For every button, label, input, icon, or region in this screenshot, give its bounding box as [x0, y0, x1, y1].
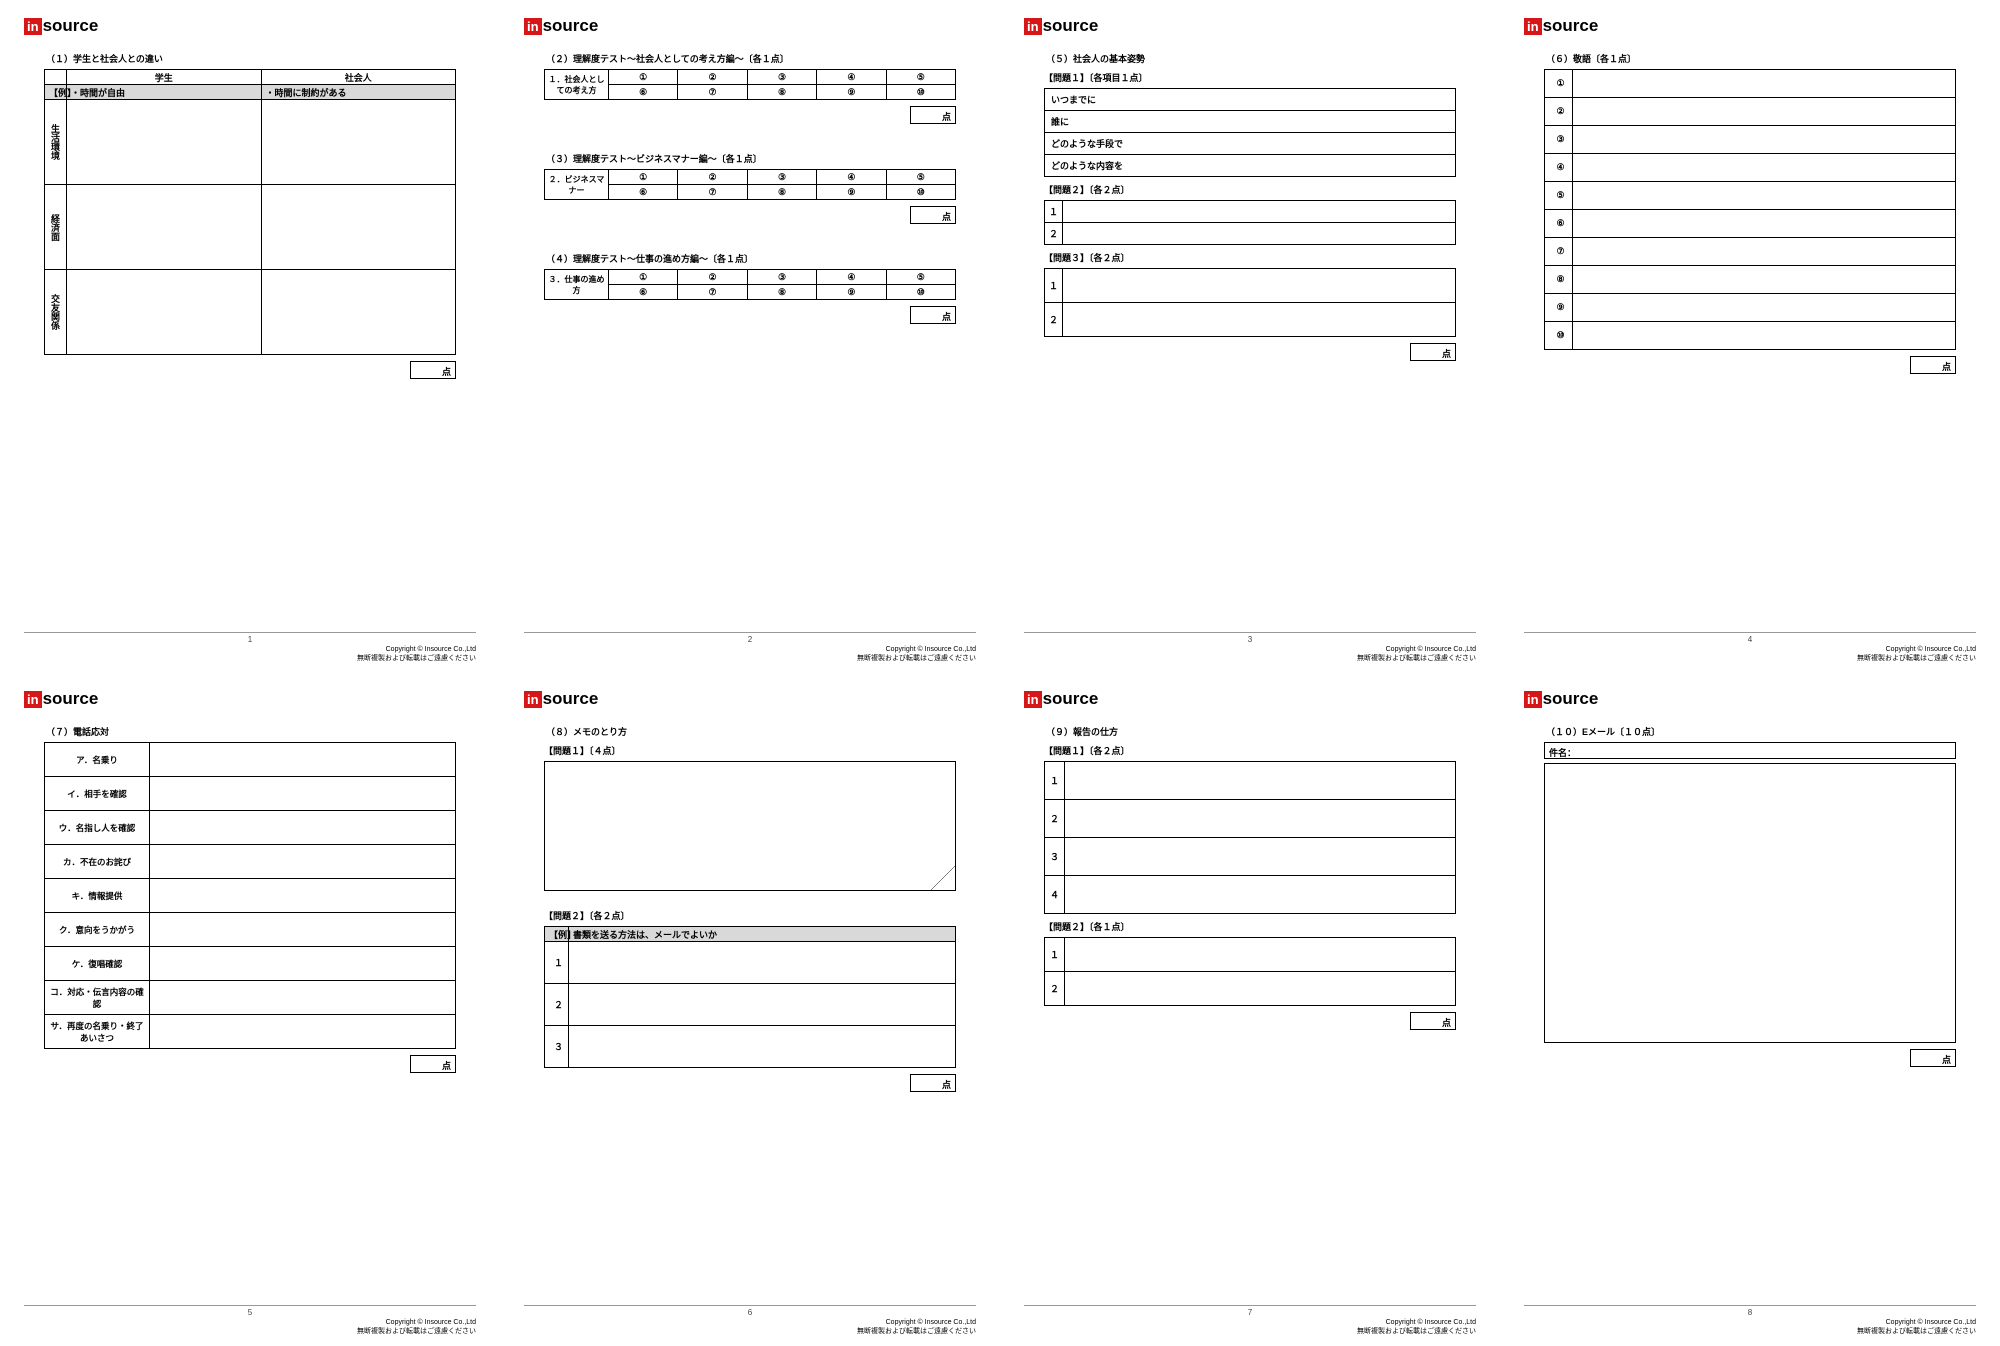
page-1: insource （１）学生と社会人との違い 学生社会人 【例】・時間が自由・時…: [0, 0, 500, 673]
section-title: （１）学生と社会人との違い: [46, 52, 456, 65]
page-curl-icon: [931, 866, 955, 890]
page-4: insource （６）敬語〔各１点〕 ①②③④⑤⑥⑦⑧⑨⑩ 点 4Copyri…: [1500, 0, 2000, 673]
page-7: insource （９）報告の仕方 【問題１】〔各２点〕 １２３４ 【問題２】〔…: [1000, 673, 1500, 1346]
score-box[interactable]: 点: [410, 361, 456, 379]
page-5: insource （７）電話応対 ア．名乗りイ．相手を確認ウ．名指し人を確認カ．…: [0, 673, 500, 1346]
page-8: insource （１０）Eメール〔１０点〕 件名： 点 8Copyright …: [1500, 673, 2000, 1346]
diff-table: 学生社会人 【例】・時間が自由・時間に制約がある 生活環境 経済面 交友関係: [44, 69, 456, 355]
email-body[interactable]: [1544, 763, 1956, 1043]
memo-box[interactable]: [544, 761, 956, 891]
page-3: insource （５）社会人の基本姿勢 【問題１】〔各項目１点〕 いつまでに誰…: [1000, 0, 1500, 673]
email-subject[interactable]: 件名：: [1544, 742, 1956, 759]
page-2: insource （２）理解度テスト～社会人としての考え方編～〔各１点〕 １．社…: [500, 0, 1000, 673]
logo: insource: [24, 16, 476, 36]
page-6: insource （８）メモのとり方 【問題１】〔４点〕 【問題２】〔各２点〕 …: [500, 673, 1000, 1346]
